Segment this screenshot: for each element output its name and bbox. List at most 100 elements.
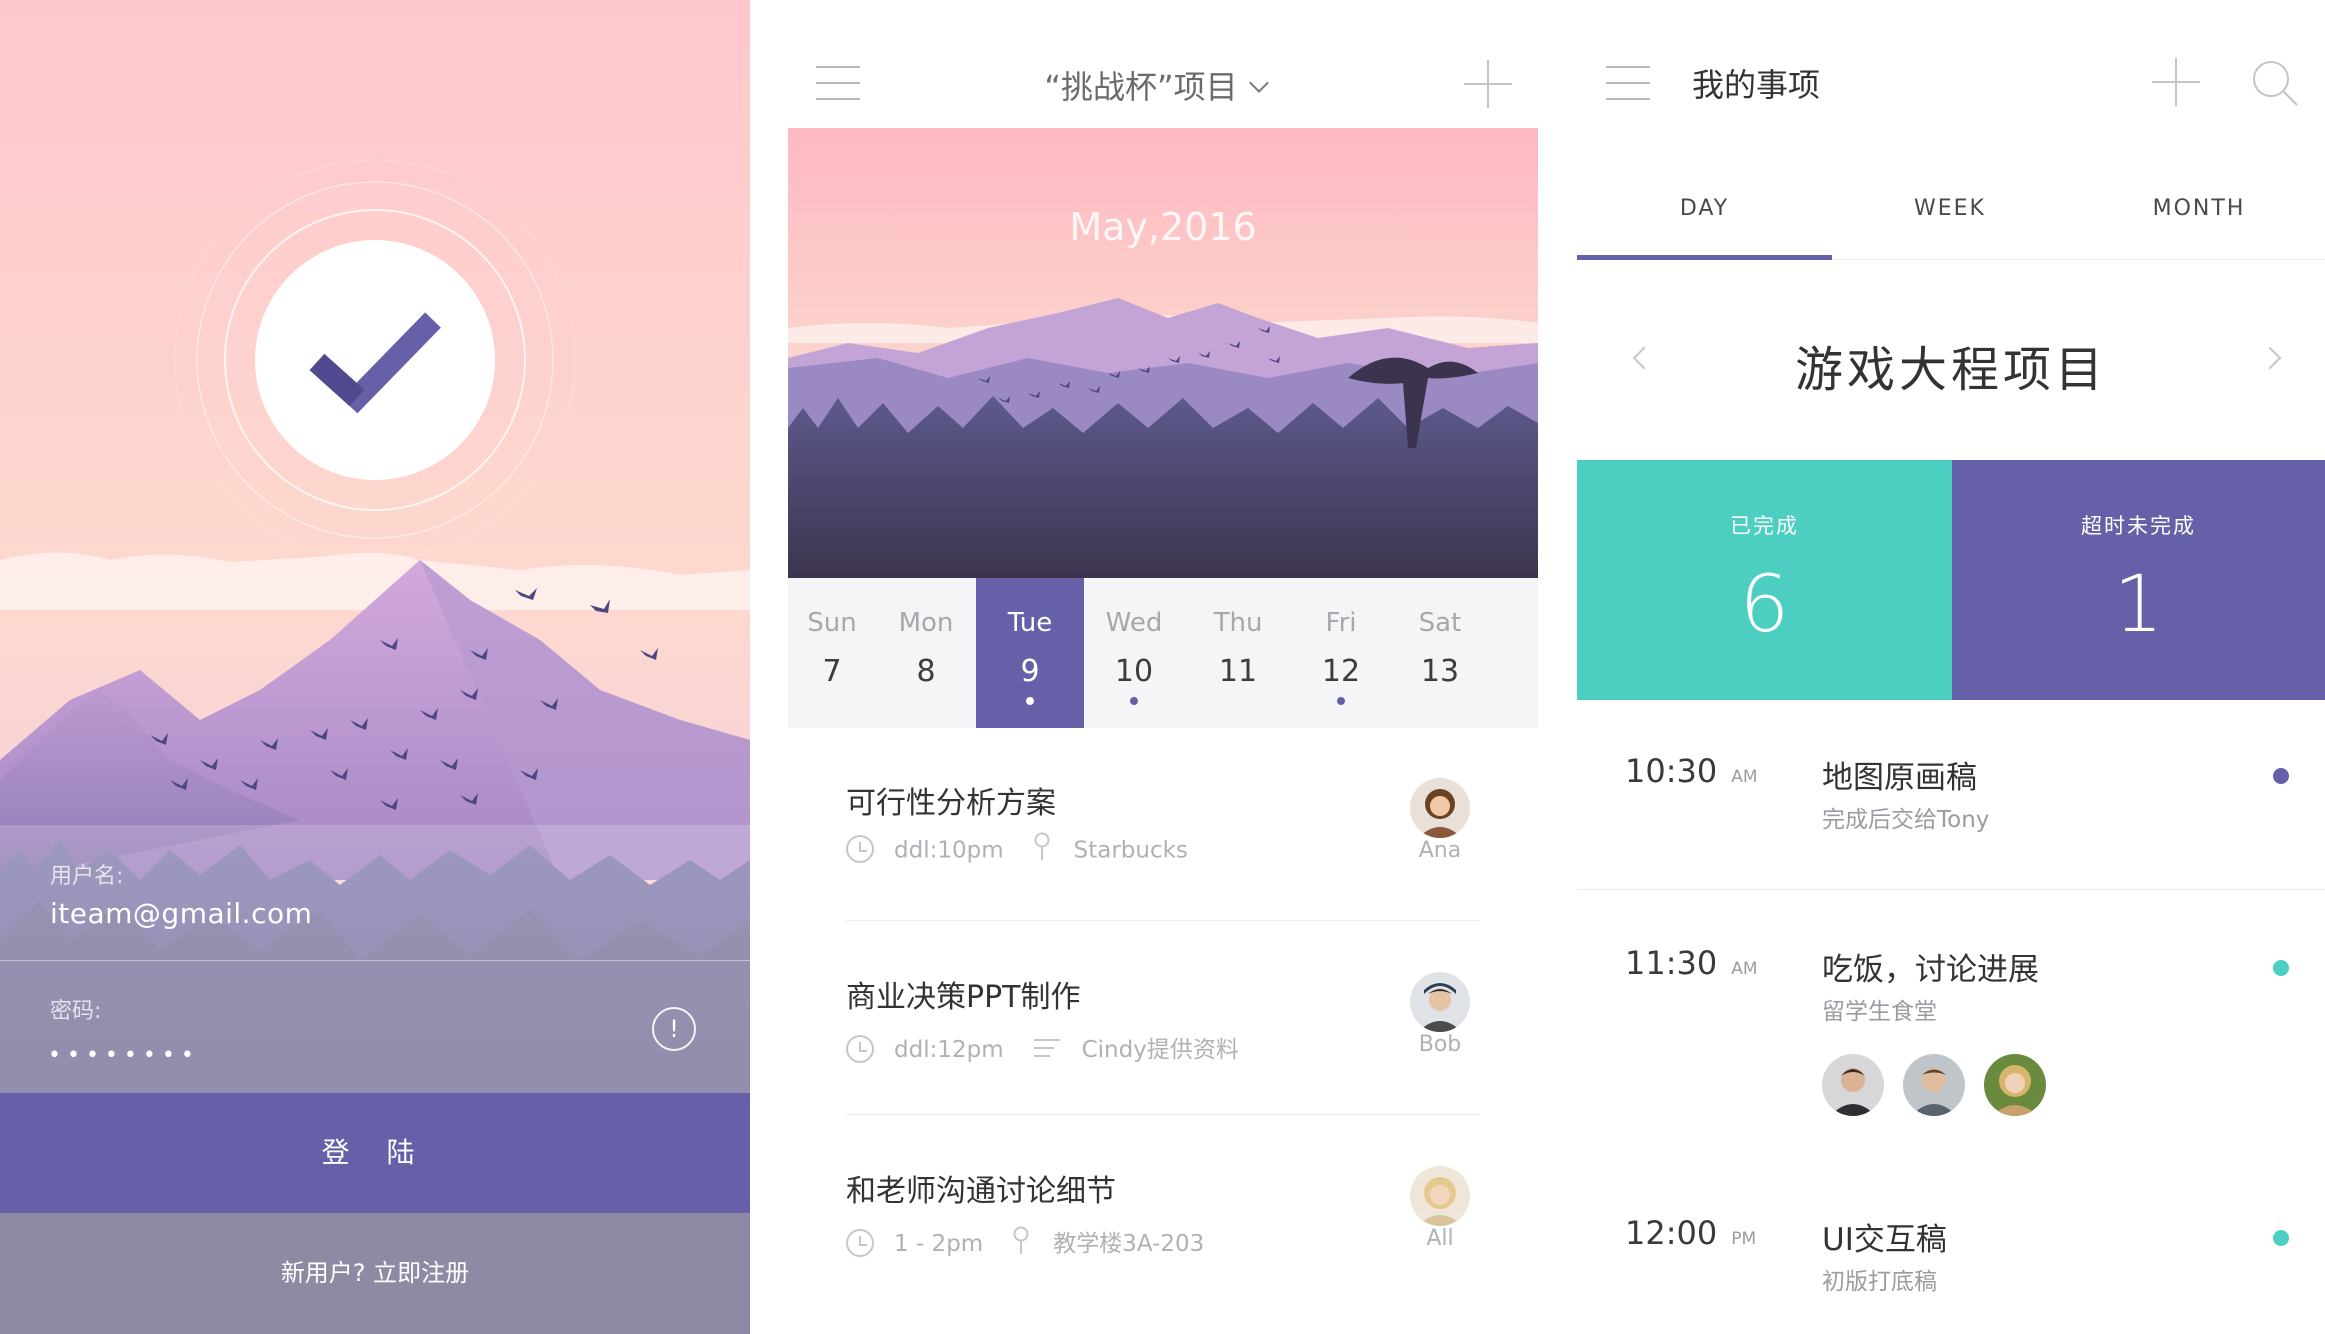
register-link[interactable]: 新用户? 立即注册: [0, 1213, 750, 1334]
task-assignee: All: [1426, 1226, 1454, 1251]
login-button[interactable]: 登 陆: [0, 1093, 750, 1213]
day-name: Sat: [1418, 608, 1462, 638]
week-strip: Sun 7 Mon 8 Tue 9 Wed 10 Thu 11 Fri 12 S…: [788, 578, 1538, 728]
project-title[interactable]: “挑战杯”项目: [750, 62, 1560, 108]
banner-month: May,2016: [1069, 205, 1257, 249]
day-mon[interactable]: Mon 8: [876, 578, 976, 728]
day-name: Thu: [1213, 608, 1263, 638]
event-item[interactable]: 11:30 AM 吃饭，讨论进展 留学生食堂: [1577, 944, 2325, 1124]
event-divider: [1577, 889, 2325, 890]
tab-day[interactable]: DAY: [1577, 196, 1832, 221]
event-ampm: AM: [1731, 767, 1758, 787]
password-value[interactable]: ••••••••: [48, 1043, 200, 1068]
event-time: 12:00 PM: [1625, 1214, 1756, 1252]
task-title: 可行性分析方案: [846, 786, 1056, 821]
avatar[interactable]: [1903, 1054, 1965, 1116]
day-name: Wed: [1105, 608, 1163, 638]
day-date: 9: [1020, 654, 1040, 689]
calendar-banner-illustration: [788, 128, 1538, 578]
clock-icon: [846, 835, 874, 863]
add-icon[interactable]: [2152, 58, 2200, 106]
password-label: 密码:: [50, 999, 102, 1024]
clock-icon: [846, 1034, 874, 1063]
task-divider: [846, 1114, 1480, 1115]
event-time: 11:30 AM: [1625, 944, 1758, 982]
event-dot: [1337, 697, 1345, 705]
day-date: 7: [822, 654, 842, 689]
pin-icon: [1013, 1226, 1029, 1254]
task-meta: ddl:10pm Starbucks: [846, 832, 1188, 870]
add-icon[interactable]: [1464, 60, 1512, 108]
stat-completed-count: 6: [1739, 560, 1790, 650]
stat-overdue[interactable]: 超时未完成 1: [1952, 460, 2325, 700]
event-item[interactable]: 10:30 AM 地图原画稿 完成后交给Tony: [1577, 752, 2325, 862]
menu-icon[interactable]: [1606, 66, 1650, 100]
event-title: 地图原画稿: [1822, 760, 1977, 796]
stat-overdue-count: 1: [2113, 560, 2164, 650]
project-title-text: “挑战杯”项目: [1044, 68, 1238, 106]
task-extra: Cindy提供资料: [1081, 1037, 1239, 1063]
avatar: [1410, 778, 1470, 838]
day-date: 12: [1321, 654, 1361, 689]
avatar[interactable]: [1822, 1054, 1884, 1116]
avatar: [1410, 972, 1470, 1032]
event-title: 吃饭，讨论进展: [1822, 952, 2039, 988]
note-icon: [1033, 1038, 1060, 1059]
password-field[interactable]: 密码:: [0, 961, 750, 1093]
day-name: Sun: [807, 608, 857, 638]
login-screen: 用户名: iteam@gmail.com 密码: •••••••• ! 登 陆 …: [0, 0, 750, 1334]
task-item[interactable]: 商业决策PPT制作 ddl:12pm Cindy提供资料 Bob: [846, 972, 1480, 1164]
event-dot: [1130, 697, 1138, 705]
day-sat[interactable]: Sat 13: [1390, 578, 1490, 728]
day-fri[interactable]: Fri 12: [1292, 578, 1390, 728]
event-item[interactable]: 12:00 PM UI交互稿 初版打底稿: [1577, 1214, 2325, 1324]
day-name: Mon: [898, 608, 954, 638]
project-screen: “挑战杯”项目 May,2016 Sun 7 Mon 8 Tue 9 Wed 1…: [750, 0, 1560, 1334]
pin-icon: [1034, 832, 1050, 860]
day-date: 11: [1218, 654, 1258, 689]
task-extra: 教学楼3A-203: [1053, 1231, 1205, 1257]
event-dot: [1026, 697, 1034, 705]
day-date: 13: [1420, 654, 1460, 689]
task-time: 1 - 2pm: [894, 1231, 984, 1257]
task-divider: [846, 920, 1480, 921]
range-tabs: DAY WEEK MONTH: [1562, 196, 2325, 260]
day-sun[interactable]: Sun 7: [788, 578, 876, 728]
project-name: 游戏大程项目: [1794, 342, 2107, 398]
tab-week[interactable]: WEEK: [1830, 196, 2070, 221]
task-time: ddl:10pm: [894, 837, 1004, 864]
status-dot: [2273, 768, 2289, 784]
event-time-value: 11:30: [1625, 944, 1718, 982]
task-title: 和老师沟通讨论细节: [846, 1174, 1116, 1209]
username-field[interactable]: 用户名: iteam@gmail.com: [0, 825, 750, 960]
alert-icon[interactable]: !: [652, 1007, 696, 1051]
task-meta: 1 - 2pm 教学楼3A-203: [846, 1224, 1204, 1258]
status-dot: [2273, 1230, 2289, 1246]
event-time-value: 10:30: [1625, 752, 1718, 790]
day-date: 10: [1114, 654, 1154, 689]
task-extra: Starbucks: [1073, 837, 1188, 864]
page-title: 我的事项: [1692, 66, 1821, 104]
task-assignee: Ana: [1418, 838, 1462, 863]
day-wed[interactable]: Wed 10: [1084, 578, 1184, 728]
event-time-value: 12:00: [1625, 1214, 1718, 1252]
task-assignee: Bob: [1418, 1032, 1462, 1057]
day-name: Tue: [1007, 608, 1053, 638]
avatar[interactable]: [1984, 1054, 2046, 1116]
day-date: 8: [916, 654, 936, 689]
task-item[interactable]: 和老师沟通讨论细节 1 - 2pm 教学楼3A-203 All: [846, 1166, 1480, 1334]
task-time: ddl:12pm: [894, 1037, 1004, 1063]
stat-completed-label: 已完成: [1730, 514, 1799, 538]
username-value[interactable]: iteam@gmail.com: [50, 897, 312, 930]
event-title: UI交互稿: [1822, 1222, 1947, 1258]
tab-month[interactable]: MONTH: [2074, 196, 2324, 221]
stat-completed[interactable]: 已完成 6: [1577, 460, 1952, 700]
search-icon[interactable]: [2250, 58, 2300, 108]
event-subtitle: 初版打底稿: [1822, 1269, 1937, 1295]
task-meta: ddl:12pm Cindy提供资料: [846, 1030, 1239, 1064]
day-tue[interactable]: Tue 9: [976, 578, 1084, 728]
task-item[interactable]: 可行性分析方案 ddl:10pm Starbucks Ana: [846, 778, 1480, 970]
username-label: 用户名:: [50, 864, 124, 889]
day-thu[interactable]: Thu 11: [1184, 578, 1292, 728]
event-time: 10:30 AM: [1625, 752, 1758, 790]
